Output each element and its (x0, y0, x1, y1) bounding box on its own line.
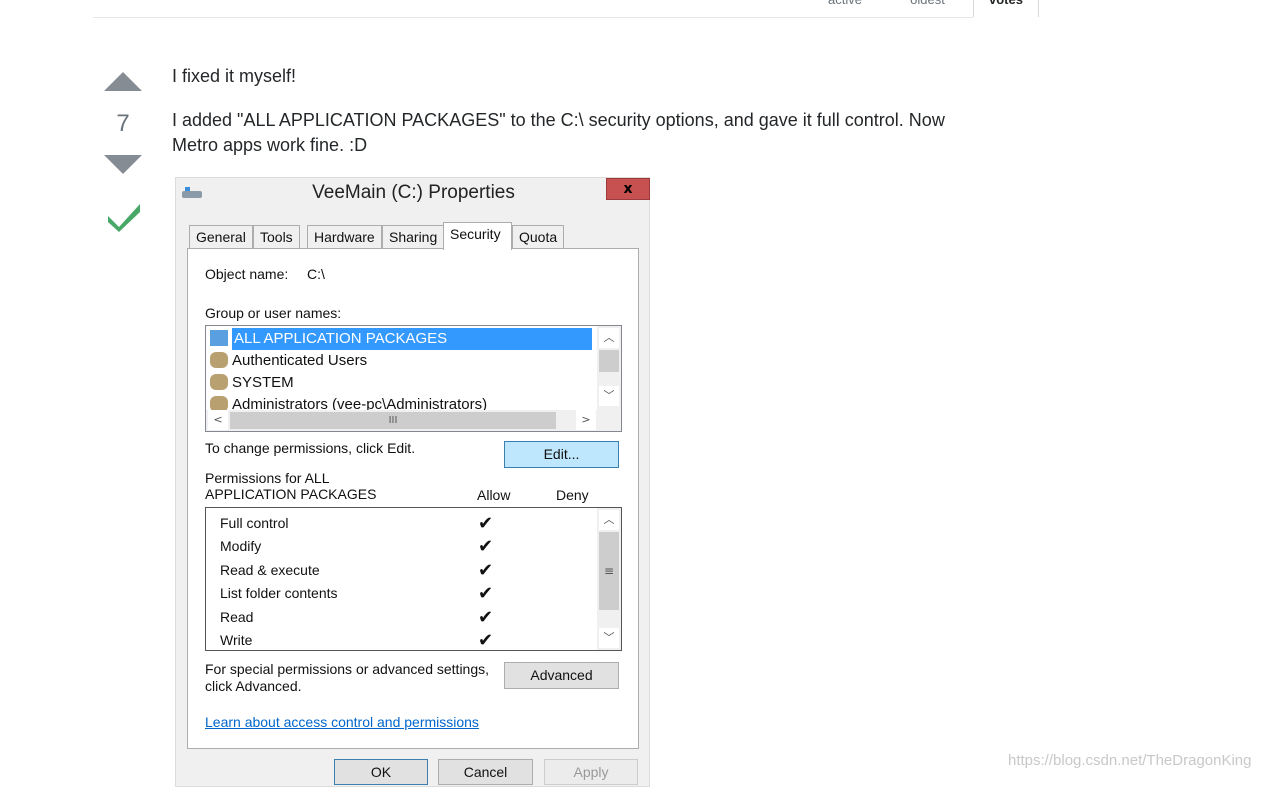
permission-row: Write ✔ (220, 629, 600, 650)
special-permissions-text: click Advanced. (205, 678, 302, 694)
scroll-thumb[interactable]: III (230, 412, 556, 429)
edit-button[interactable]: Edit... (504, 441, 619, 468)
scroll-right-icon[interactable]: > (576, 410, 596, 430)
permission-row: Full control ✔ (220, 512, 600, 535)
allow-check-icon: ✔ (478, 606, 494, 627)
tab-general[interactable]: General (189, 225, 253, 249)
horizontal-scrollbar[interactable]: < III > (206, 410, 621, 431)
close-button[interactable]: x (606, 178, 650, 200)
users-icon (210, 352, 228, 368)
scroll-thumb[interactable] (599, 350, 619, 372)
security-panel: Object name: C:\ Group or user names: AL… (187, 248, 639, 749)
tab-votes[interactable]: votes (973, 0, 1039, 17)
scroll-down-icon[interactable]: ﹀ (599, 628, 619, 648)
list-item[interactable]: SYSTEM (210, 372, 596, 394)
group-label: Group or user names: (205, 305, 342, 321)
permissions-header: Permissions for ALL (205, 470, 330, 486)
permission-name: Read & execute (220, 561, 320, 578)
allow-column-header: Allow (477, 487, 511, 503)
answer-paragraph: I added "ALL APPLICATION PACKAGES" to th… (172, 110, 945, 155)
permission-name: List folder contents (220, 585, 338, 602)
allow-check-icon: ✔ (478, 630, 494, 650)
dialog-title: VeeMain (C:) Properties (312, 182, 515, 203)
tab-quota[interactable]: Quota (512, 225, 565, 249)
allow-check-icon: ✔ (478, 536, 494, 557)
learn-more-link[interactable]: Learn about access control and permissio… (205, 714, 479, 730)
permission-name: Write (220, 632, 253, 648)
accepted-check-icon (108, 204, 140, 232)
downvote-icon[interactable] (104, 155, 142, 174)
scroll-up-icon[interactable]: ︿ (599, 510, 619, 530)
permission-row: Read & execute ✔ (220, 559, 600, 582)
users-icon (210, 374, 228, 390)
permission-row: Modify ✔ (220, 535, 600, 558)
vote-count: 7 (116, 110, 130, 137)
scroll-up-icon[interactable]: ︿ (599, 328, 619, 348)
apply-button[interactable]: Apply (544, 759, 638, 785)
vertical-scrollbar[interactable]: ︿ ≡ ﹀ (597, 508, 621, 650)
upvote-icon[interactable] (104, 72, 142, 91)
tab-tools[interactable]: Tools (253, 225, 300, 249)
permissions-header: APPLICATION PACKAGES (205, 486, 377, 502)
sort-tabs-divider (93, 17, 973, 18)
tab-oldest[interactable]: oldest (890, 0, 965, 17)
permission-name: Read (220, 608, 254, 625)
special-permissions-text: For special permissions or advanced sett… (205, 661, 490, 677)
list-item[interactable]: Authenticated Users (210, 350, 596, 372)
user-list[interactable]: ALL APPLICATION PACKAGES Authenticated U… (205, 325, 622, 432)
list-item[interactable]: ALL APPLICATION PACKAGES (210, 328, 596, 350)
permission-row: Read ✔ (220, 606, 600, 629)
vertical-scrollbar[interactable]: ︿ ﹀ (597, 326, 621, 410)
permissions-list[interactable]: Full control ✔ Modify ✔ Read & execute ✔ List … (205, 507, 622, 651)
tab-active[interactable]: active (810, 0, 880, 17)
advanced-button[interactable]: Advanced (504, 662, 619, 689)
allow-check-icon: ✔ (478, 559, 494, 580)
answer-paragraph: I fixed it myself! (172, 66, 297, 86)
allow-check-icon: ✔ (478, 583, 494, 604)
permission-name: Modify (220, 538, 262, 555)
scroll-left-icon[interactable]: < (208, 410, 228, 430)
watermark: https://blog.csdn.net/TheDragonKing (1008, 752, 1252, 769)
allow-check-icon: ✔ (478, 513, 494, 533)
object-name-label: Object name: (205, 266, 289, 282)
scroll-down-icon[interactable]: ﹀ (599, 386, 619, 406)
ok-button[interactable]: OK (334, 759, 428, 785)
packages-icon (210, 330, 228, 346)
change-permissions-text: To change permissions, click Edit. (205, 440, 416, 456)
tab-security[interactable]: Security (443, 222, 512, 250)
cancel-button[interactable]: Cancel (438, 759, 533, 785)
tab-hardware[interactable]: Hardware (307, 225, 382, 249)
permission-name: Full control (220, 515, 289, 531)
scroll-thumb[interactable]: ≡ (599, 532, 619, 610)
deny-column-header: Deny (556, 487, 589, 503)
properties-dialog: VeeMain (C:) Properties x General Tools … (175, 177, 650, 787)
tab-sharing[interactable]: Sharing (382, 225, 445, 249)
permission-row: List folder contents ✔ (220, 582, 600, 605)
object-name-value: C:\ (307, 266, 325, 282)
